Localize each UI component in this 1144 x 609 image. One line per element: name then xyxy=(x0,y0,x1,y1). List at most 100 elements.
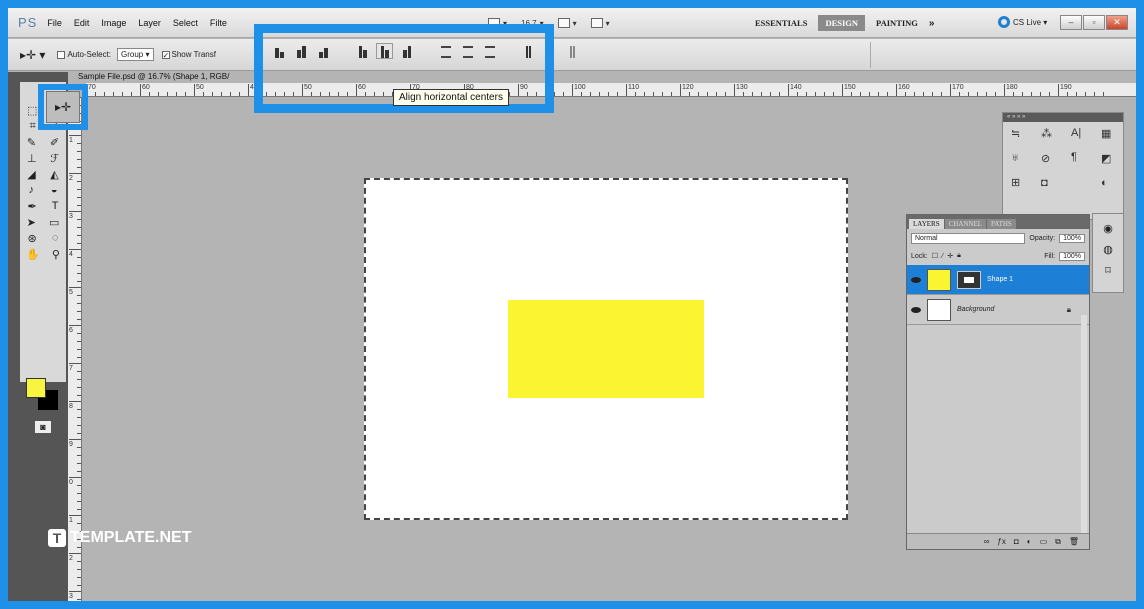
path-selection-tool-icon[interactable]: ➤ xyxy=(27,216,36,229)
ruler-tick xyxy=(518,84,519,96)
tool-presets-panel-icon[interactable]: ◘ xyxy=(1041,177,1052,189)
ruler-tick xyxy=(626,84,627,96)
auto-select-checkbox[interactable]: Auto-Select: xyxy=(57,50,111,59)
align-right-edges-icon[interactable] xyxy=(399,44,414,58)
visibility-eye-icon[interactable] xyxy=(911,276,921,283)
workspace-painting[interactable]: PAINTING xyxy=(869,15,925,31)
fill-input[interactable]: 100% xyxy=(1059,251,1085,261)
foreground-color-swatch[interactable] xyxy=(26,378,46,398)
delete-layer-icon[interactable]: 🗑︎ xyxy=(1069,537,1079,546)
color-panel-icon[interactable]: ◐ xyxy=(1101,177,1111,189)
distribute-horizontal-centers-icon[interactable] xyxy=(543,44,558,58)
yellow-rectangle-shape[interactable] xyxy=(508,300,704,398)
collapsed-panels-header[interactable]: « » » » xyxy=(1003,113,1123,122)
menu-layer[interactable]: Layer xyxy=(138,18,161,28)
distribute-right-edges-icon[interactable] xyxy=(565,44,580,58)
clone-source-panel-icon[interactable]: ⊘ xyxy=(1041,152,1052,165)
hand-tool-icon[interactable]: ✋ xyxy=(26,248,40,261)
clone-stamp-tool-icon[interactable]: ⊥ xyxy=(27,152,37,165)
adjustment-layer-icon[interactable]: ◐ xyxy=(1027,537,1032,546)
tab-channels[interactable]: CHANNEL xyxy=(944,219,987,229)
menu-edit[interactable]: Edit xyxy=(74,18,90,28)
align-top-edges-icon[interactable] xyxy=(272,44,287,58)
options-divider xyxy=(870,42,871,68)
brushes-panel-icon[interactable]: ⁂ xyxy=(1041,127,1052,140)
history-brush-tool-icon[interactable]: ℱ xyxy=(50,152,59,165)
arrange-docs-control[interactable]: ▾ xyxy=(557,18,577,28)
pen-tool-icon[interactable]: ✒ xyxy=(28,200,37,213)
align-left-edges-icon[interactable] xyxy=(355,44,370,58)
lock-all-icon[interactable]: 🔒︎ xyxy=(957,252,961,260)
document-canvas[interactable] xyxy=(364,178,848,520)
layer-shape-1[interactable]: Shape 1 xyxy=(907,265,1089,295)
new-group-icon[interactable]: ▭ xyxy=(1040,537,1048,546)
character-panel-icon[interactable]: A| xyxy=(1071,127,1081,139)
workspace-essentials[interactable]: ESSENTIALS xyxy=(748,15,814,31)
close-icon[interactable]: ✕ xyxy=(1106,15,1128,30)
info-panel-icon[interactable]: ⊞ xyxy=(1011,176,1020,189)
blend-mode-dropdown[interactable]: Normal xyxy=(911,232,1026,244)
move-tool-icon[interactable]: ▸✛ xyxy=(46,91,80,123)
layers-scrollbar[interactable] xyxy=(1081,315,1087,533)
align-bottom-edges-icon[interactable] xyxy=(316,44,331,58)
zoom-control[interactable]: 16.7 ▾ xyxy=(521,19,544,28)
tab-paths[interactable]: PATHS xyxy=(987,219,1016,229)
opacity-input[interactable]: 100% xyxy=(1059,233,1085,243)
add-mask-icon[interactable]: ◘ xyxy=(1014,537,1019,546)
type-tool-icon[interactable]: T xyxy=(52,200,59,212)
dodge-tool-icon[interactable]: ◒ xyxy=(51,184,58,196)
move-tool-preset-icon[interactable]: ▸✛ ▾ xyxy=(20,48,45,62)
auto-select-dropdown[interactable]: Group ▾ xyxy=(117,48,154,61)
workspace-design[interactable]: DESIGN xyxy=(818,15,866,31)
distribute-left-edges-icon[interactable] xyxy=(521,44,536,58)
zoom-tool-icon[interactable]: ⚲ xyxy=(52,248,60,261)
lock-pixels-icon[interactable]: ⁄ xyxy=(942,253,943,260)
blur-tool-icon[interactable]: ♪ xyxy=(28,184,34,196)
3d-panel-icon[interactable]: ⌑ xyxy=(1105,264,1111,277)
quick-mask-icon[interactable]: ◙ xyxy=(34,420,52,434)
rectangle-tool-icon[interactable]: ▭ xyxy=(49,216,59,229)
histogram-panel-icon[interactable]: ≒ xyxy=(1011,127,1020,140)
brush-tool-icon[interactable]: ✐ xyxy=(50,136,59,149)
minimize-icon[interactable]: – xyxy=(1060,15,1082,30)
restore-icon[interactable]: ▫ xyxy=(1083,15,1105,30)
show-transform-checkbox[interactable]: Show Transf xyxy=(161,50,216,59)
align-horizontal-centers-icon[interactable] xyxy=(376,43,393,59)
distribute-vertical-centers-icon[interactable] xyxy=(460,44,475,58)
navigator-panel-icon[interactable]: ♅ xyxy=(1011,152,1020,164)
adjustments-panel-icon[interactable]: ◉ xyxy=(1103,222,1113,235)
ruler-tick xyxy=(77,425,81,426)
align-vertical-centers-icon[interactable] xyxy=(294,44,309,58)
screen-layout-control[interactable]: ▾ xyxy=(590,18,610,28)
tab-layers[interactable]: LAYERS xyxy=(909,219,944,229)
layer-style-icon[interactable]: ƒx xyxy=(997,537,1005,546)
ruler-tick xyxy=(752,92,753,96)
screen-mode-control[interactable]: ▾ xyxy=(488,18,507,28)
masks-panel-icon[interactable]: ◍ xyxy=(1103,243,1113,256)
crop-tool-icon[interactable]: ⌗ xyxy=(29,120,35,133)
workspace-more-button[interactable]: » xyxy=(929,18,935,29)
lock-transparency-icon[interactable]: ☐ xyxy=(932,252,938,260)
visibility-eye-icon[interactable] xyxy=(911,306,921,313)
menu-image[interactable]: Image xyxy=(101,18,126,28)
lock-position-icon[interactable]: ✛ xyxy=(947,252,953,260)
paragraph-panel-icon[interactable]: ¶ xyxy=(1071,151,1081,163)
eraser-tool-icon[interactable]: ◢ xyxy=(27,168,35,181)
menu-select[interactable]: Select xyxy=(173,18,198,28)
new-layer-icon[interactable]: ⧉ xyxy=(1055,537,1061,547)
document-tab[interactable]: Sample File.psd @ 16.7% (Shape 1, RGB/ xyxy=(78,72,229,81)
menu-file[interactable]: File xyxy=(47,18,62,28)
paint-bucket-tool-icon[interactable]: ◭ xyxy=(50,168,58,181)
cs-live-button[interactable]: CS Live ▾ xyxy=(998,16,1047,28)
layer-background[interactable]: Background 🔒︎ xyxy=(907,295,1089,325)
marquee-tool-icon[interactable]: ⬚ xyxy=(27,104,37,117)
distribute-top-edges-icon[interactable] xyxy=(438,44,453,58)
styles-panel-icon[interactable]: ◩ xyxy=(1101,152,1111,165)
3d-orbit-tool-icon[interactable]: ◌ xyxy=(52,232,59,244)
distribute-bottom-edges-icon[interactable] xyxy=(482,44,497,58)
link-layers-icon[interactable]: ∞ xyxy=(984,537,990,546)
healing-brush-tool-icon[interactable]: ✎ xyxy=(27,136,36,149)
menu-filter[interactable]: Filte xyxy=(210,18,227,28)
3d-rotate-tool-icon[interactable]: ⊛ xyxy=(28,232,37,245)
swatches-panel-icon[interactable]: ▦ xyxy=(1101,127,1111,140)
